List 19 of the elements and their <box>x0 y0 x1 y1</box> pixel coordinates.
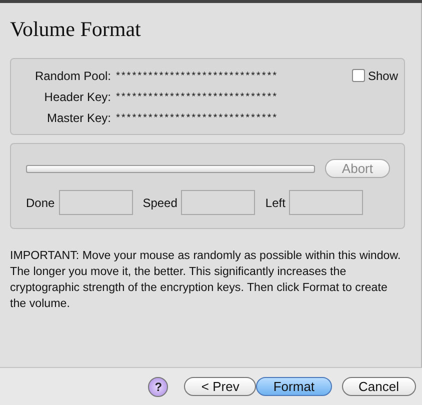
show-checkbox[interactable]: Show <box>352 68 398 82</box>
page-title: Volume Format <box>10 17 141 42</box>
key-value: ****************************** <box>115 70 278 83</box>
stat-label: Left <box>265 196 286 210</box>
help-button[interactable]: ? <box>148 376 168 396</box>
instructions-text: IMPORTANT: Move your mouse as randomly as possible within this window. The longer you move it, the better. This significantly increases the cryptographic strength of the encryption keys. Then click Format to create the volume. <box>10 248 402 312</box>
stat-label: Done <box>26 196 55 210</box>
key-label: Header Key: <box>43 90 112 104</box>
stat-label: Speed <box>142 196 178 210</box>
dialog-button[interactable]: Cancel <box>342 377 416 396</box>
key-value: ****************************** <box>115 112 278 125</box>
key-value: ****************************** <box>115 92 278 104</box>
dialog-button[interactable]: < Prev <box>184 377 256 396</box>
stat-field[interactable] <box>58 190 133 215</box>
stat-field[interactable] <box>181 190 256 215</box>
dialog-button[interactable]: Format <box>256 377 332 396</box>
stat-field[interactable] <box>289 190 364 215</box>
key-label: Random Pool: <box>34 68 112 82</box>
key-label: Master Key: <box>46 110 112 124</box>
